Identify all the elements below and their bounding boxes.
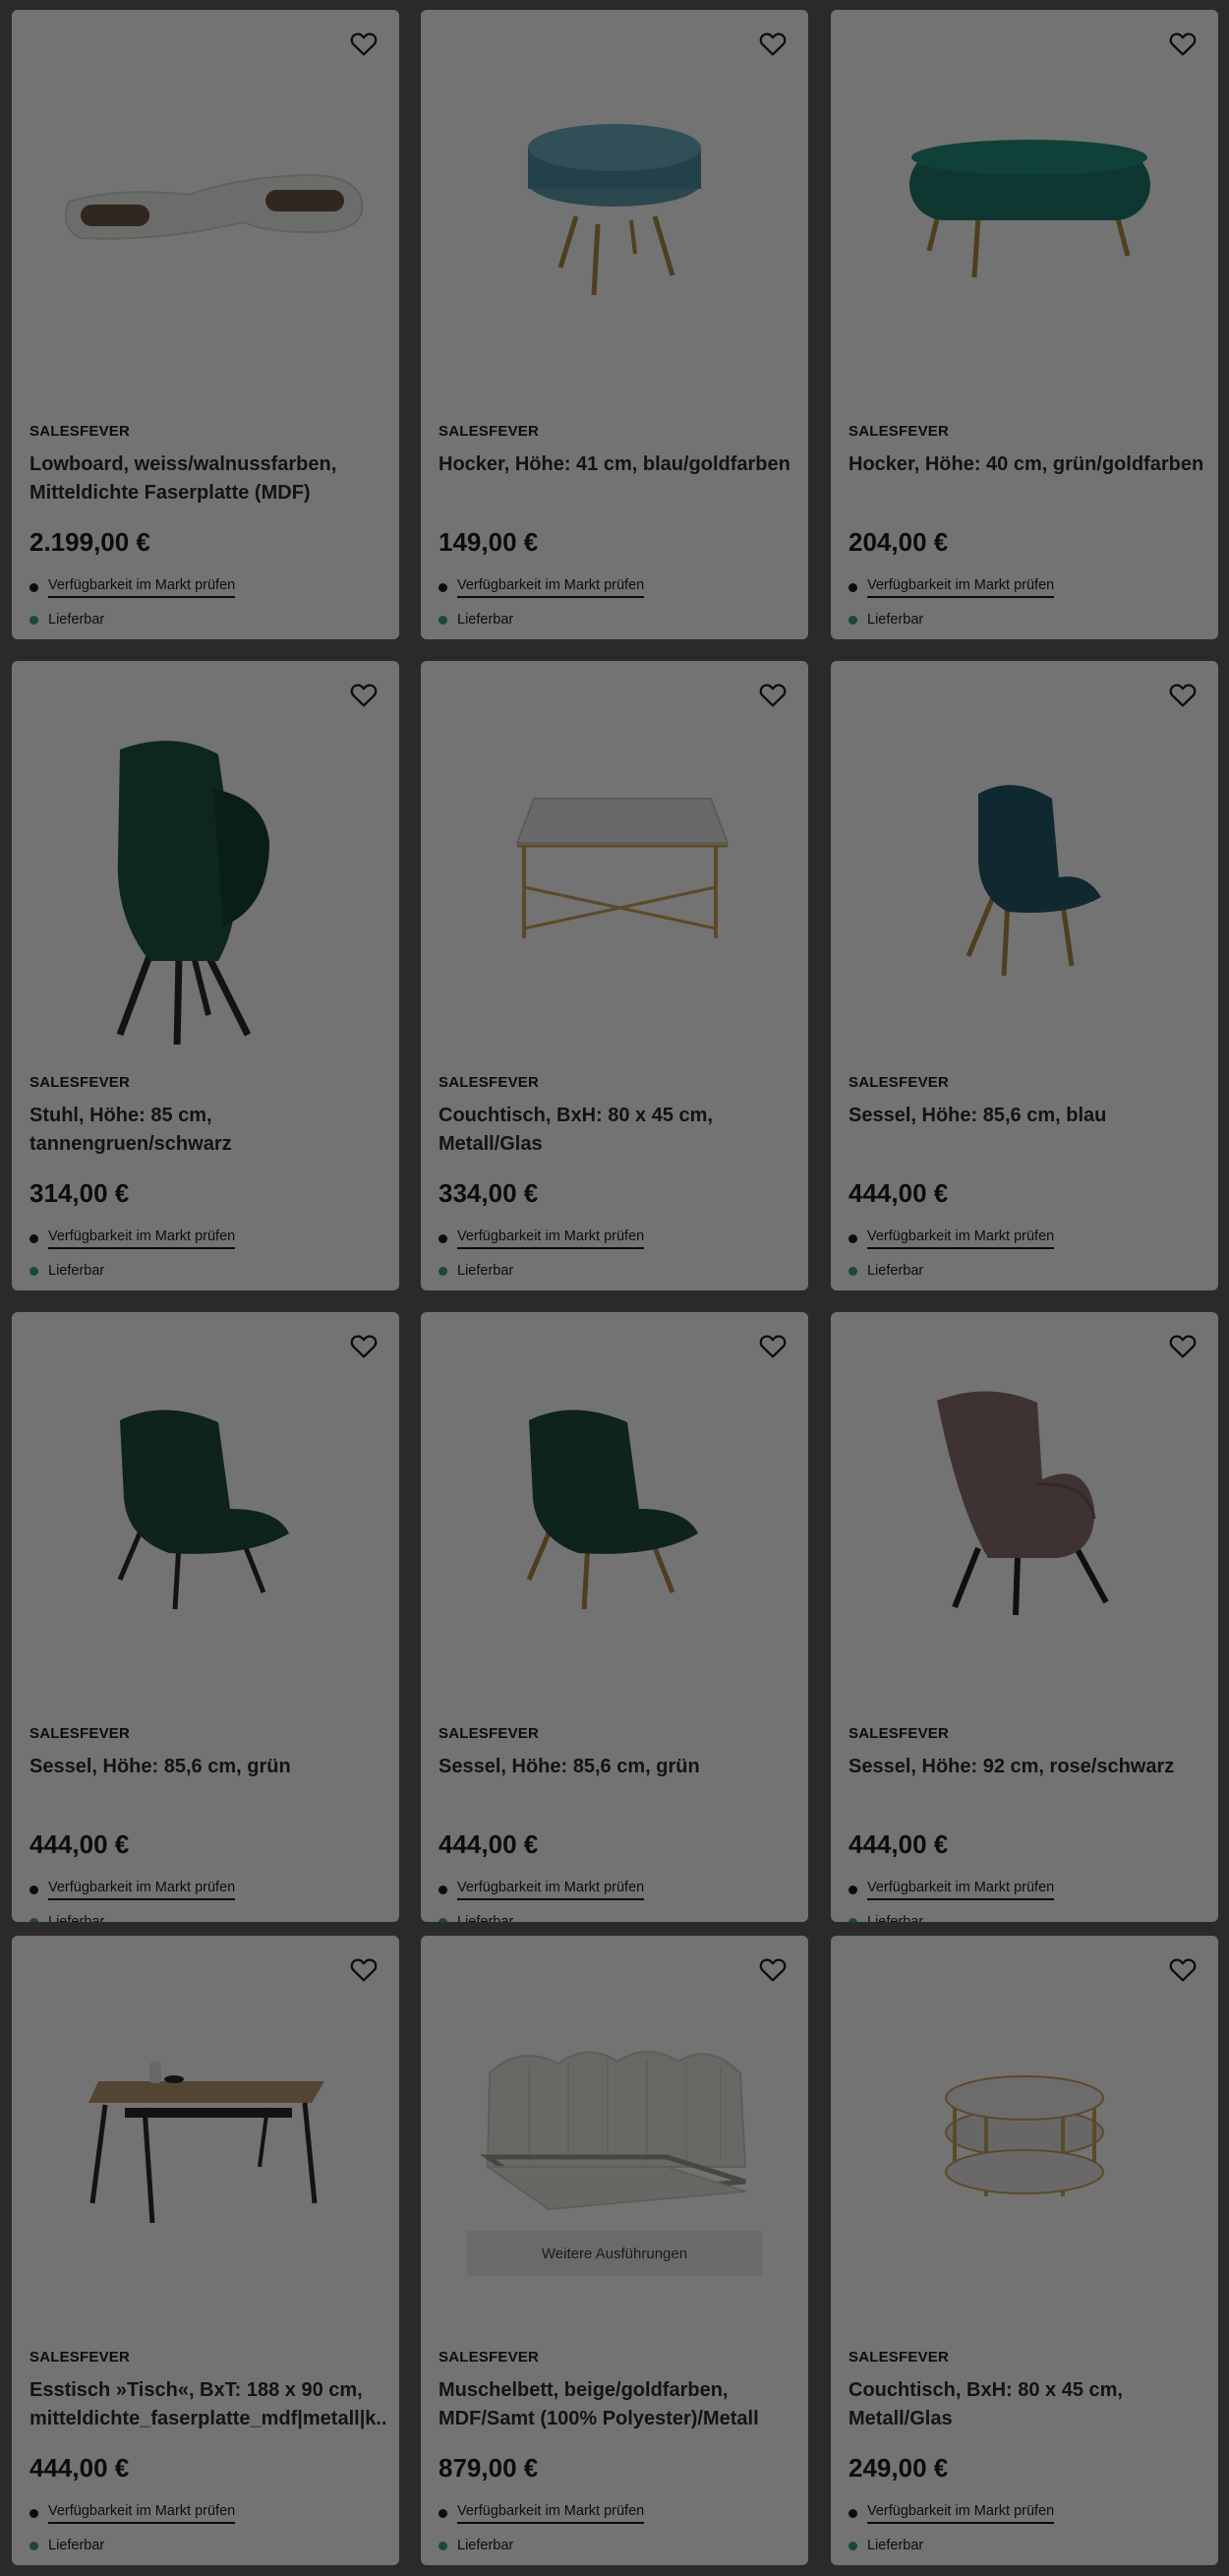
modal-overlay[interactable] <box>0 0 1229 2576</box>
